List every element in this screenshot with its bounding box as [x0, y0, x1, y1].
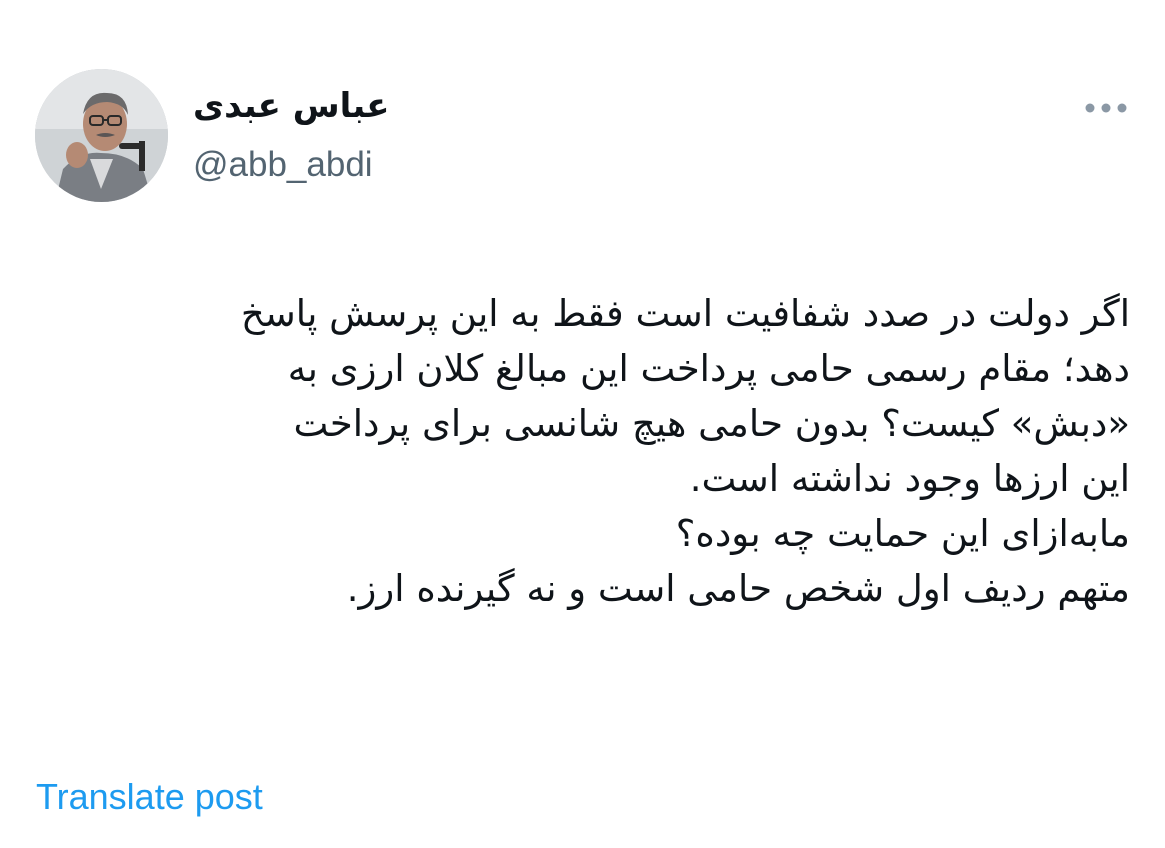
author-handle[interactable]: @abb_abdi: [193, 143, 373, 187]
avatar[interactable]: [35, 69, 168, 202]
tweet-line: «دبش» کیست؟ بدون حامی هیچ شانسی برای پرد…: [293, 402, 1130, 445]
author-display-name[interactable]: عباس عبدی: [193, 84, 390, 128]
more-button[interactable]: [1080, 96, 1132, 120]
more-horizontal-icon: [1085, 103, 1127, 113]
translate-post-link[interactable]: Translate post: [36, 775, 263, 819]
tweet-line: اگر دولت در صدد شفافیت است فقط به این پر…: [240, 292, 1130, 335]
tweet-line: دهد؛ مقام رسمی حامی پرداخت این مبالغ کلا…: [287, 347, 1130, 390]
tweet-line: متهم ردیف اول شخص حامی است و نه گیرنده ا…: [346, 567, 1130, 610]
avatar-photo: [35, 69, 168, 202]
tweet-text: اگر دولت در صدد شفافیت است فقط به این پر…: [20, 286, 1130, 616]
tweet-line: این ارزها وجود نداشته است.: [689, 457, 1130, 500]
tweet-line: مابه‌ازای این حمایت چه بوده؟: [675, 512, 1130, 555]
